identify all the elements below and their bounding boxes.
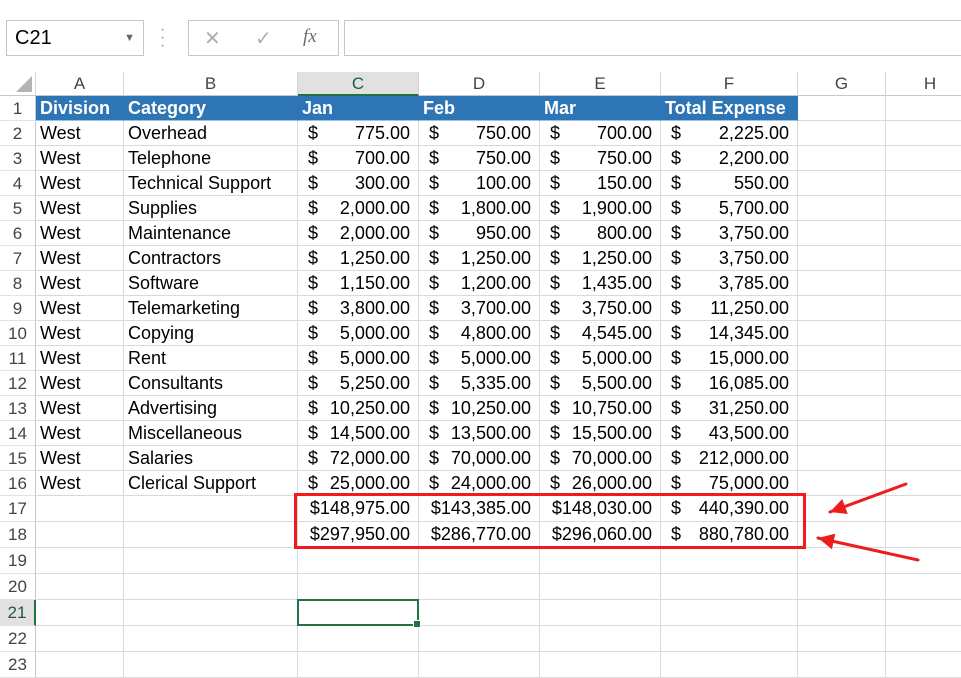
name-box[interactable]: C21 ▼ bbox=[6, 20, 144, 56]
more-options-icon[interactable]: · · · bbox=[160, 22, 165, 54]
enter-icon[interactable]: ✓ bbox=[255, 26, 272, 51]
formula-input[interactable] bbox=[344, 20, 961, 56]
spreadsheet-grid: A B C D E F G H 1 2 3 4 5 6 7 8 9 10 11 12 13 14 15 16 17 18 19 20 2… bbox=[0, 72, 961, 678]
name-box-value: C21 bbox=[15, 27, 52, 49]
formula-bar: C21 ▼ · · · ✕ ✓ fx bbox=[0, 0, 961, 72]
cancel-icon[interactable]: ✕ bbox=[204, 26, 221, 51]
insert-function-icon[interactable]: fx bbox=[303, 26, 317, 48]
formula-actions: ✕ ✓ fx bbox=[188, 20, 339, 56]
annotation-arrows bbox=[816, 482, 920, 562]
arrow-icon bbox=[828, 482, 908, 514]
arrow-icon bbox=[816, 533, 920, 562]
chevron-down-icon[interactable]: ▼ bbox=[124, 21, 135, 55]
